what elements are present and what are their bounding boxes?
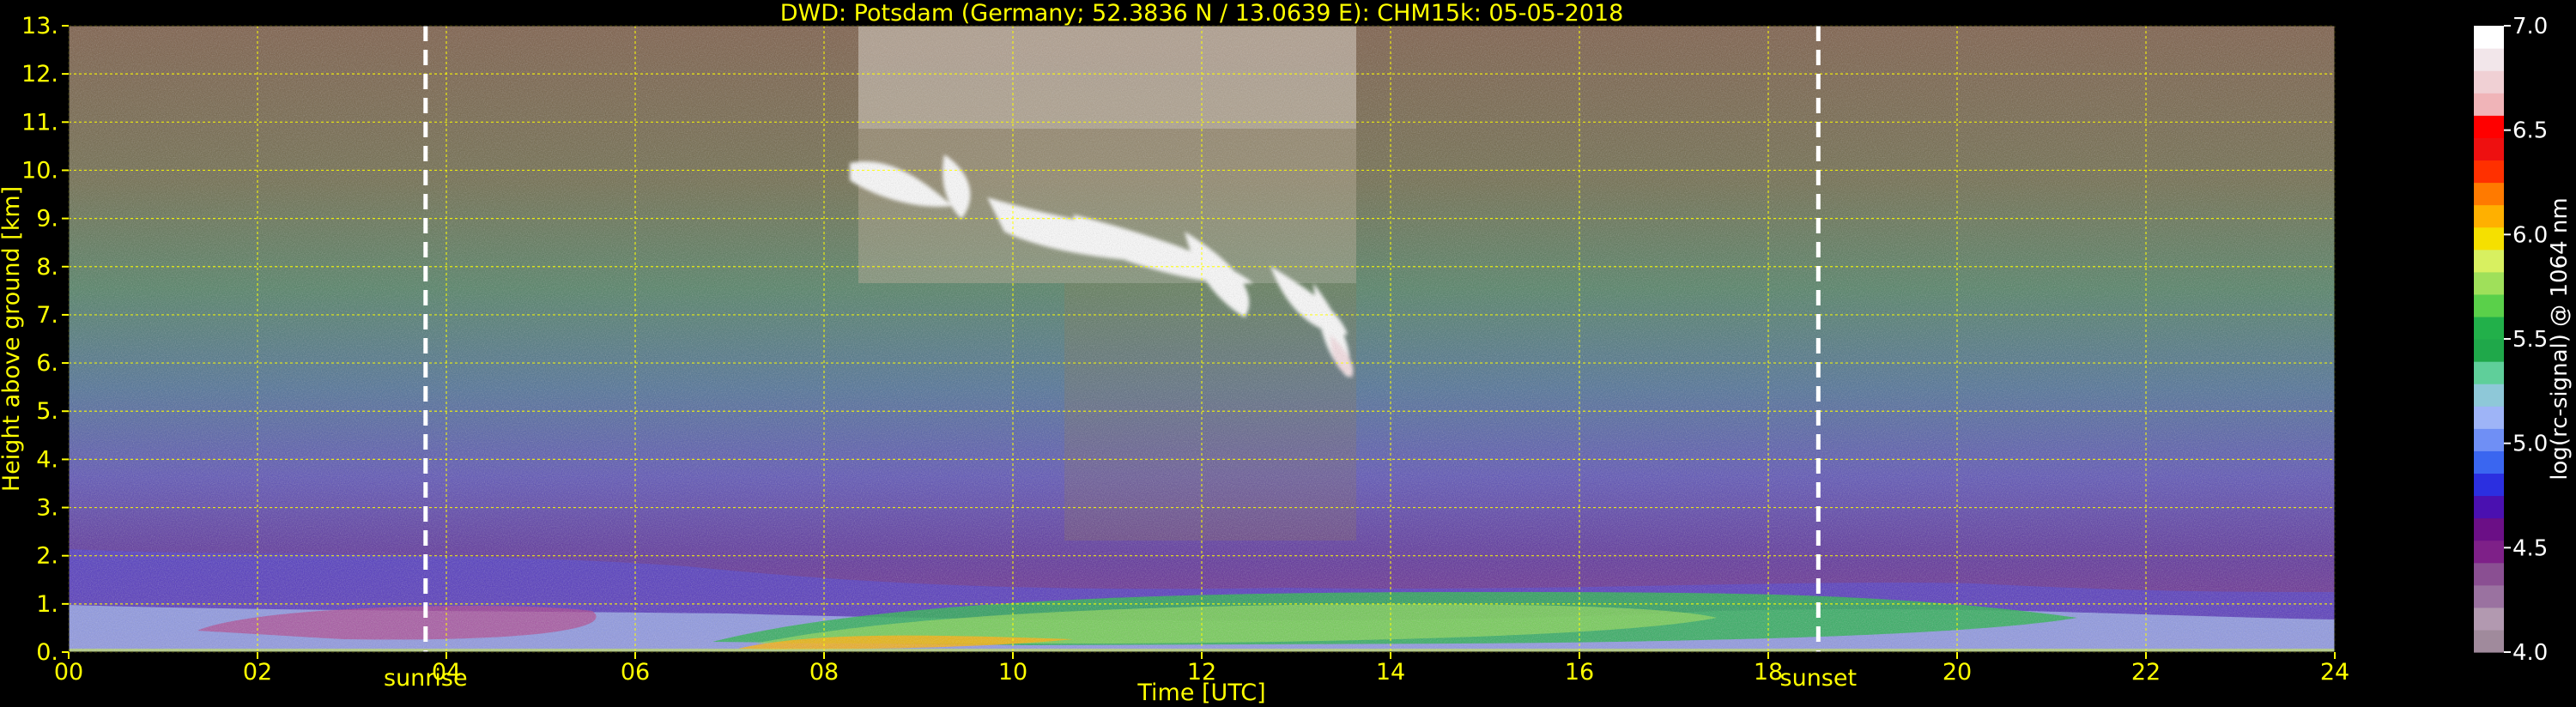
- x-tick-label: 02: [243, 659, 272, 686]
- colorbar-segment: [2474, 115, 2504, 138]
- y-tick-label: 12.: [21, 61, 58, 88]
- y-tick-label: 8.: [36, 254, 58, 281]
- x-tick-label: 18: [1754, 659, 1783, 686]
- y-axis: 0. 1. 2. 3. 4. 5. 6. 7. 8. 9. 10. 11. 12. 13.: [21, 13, 69, 666]
- colorbar-segment: [2474, 339, 2504, 362]
- colorbar-tick-label: 6.0: [2512, 222, 2548, 248]
- colorbar-segment: [2474, 517, 2504, 541]
- colorbar-tick-label: 5.5: [2512, 327, 2548, 353]
- y-tick-label: 9.: [36, 206, 58, 233]
- colorbar-segment: [2474, 271, 2504, 295]
- colorbar-segment: [2474, 293, 2504, 317]
- colorbar-tick-label: 5.0: [2512, 432, 2548, 457]
- y-tick-label: 7.: [36, 302, 58, 329]
- x-tick-label: 06: [621, 659, 650, 686]
- colorbar-segment: [2474, 384, 2504, 407]
- colorbar-segment: [2474, 316, 2504, 340]
- colorbar-segment: [2474, 137, 2504, 161]
- colorbar-segment: [2474, 406, 2504, 429]
- colorbar-tick-label: 4.0: [2512, 640, 2548, 666]
- colorbar-tick-label: 7.0: [2512, 14, 2548, 39]
- ceilometer-chart: sunrise sunset 00 02 04 06 08 10 12 14 16 18 20 22 24…: [0, 0, 2573, 706]
- colorbar-segment: [2474, 249, 2504, 273]
- colorbar-segment: [2474, 450, 2504, 474]
- colorbar-segment: [2474, 540, 2504, 564]
- y-tick-label: 3.: [36, 495, 58, 522]
- y-tick-label: 10.: [21, 157, 58, 184]
- y-tick-label: 11.: [21, 109, 58, 136]
- y-tick-label: 4.: [36, 446, 58, 473]
- sunset-label: sunset: [1780, 665, 1858, 692]
- y-tick-label: 1.: [36, 591, 58, 618]
- x-tick-label: 04: [432, 659, 461, 686]
- chart-title: DWD: Potsdam (Germany; 52.3836 N / 13.06…: [780, 0, 1624, 27]
- colorbar-segment: [2474, 26, 2504, 49]
- colorbar-tick-label: 4.5: [2512, 535, 2548, 561]
- x-tick-label: 14: [1376, 659, 1405, 686]
- colorbar-segment: [2474, 182, 2504, 206]
- colorbar: [2474, 26, 2504, 653]
- x-tick-label: 22: [2131, 659, 2161, 686]
- x-tick-label: 20: [1943, 659, 1972, 686]
- colorbar-segment: [2474, 629, 2504, 653]
- colorbar-label: log(rc-signal) @ 1064 nm: [2547, 197, 2573, 480]
- colorbar-tick-label: 6.5: [2512, 118, 2548, 144]
- colorbar-segment: [2474, 227, 2504, 251]
- colorbar-segment: [2474, 361, 2504, 384]
- y-tick-label: 6.: [36, 350, 58, 377]
- colorbar-segment: [2474, 93, 2504, 116]
- x-tick-label: 08: [809, 659, 839, 686]
- y-tick-label: 5.: [36, 398, 58, 425]
- x-tick-label: 24: [2320, 659, 2349, 686]
- colorbar-segment: [2474, 70, 2504, 94]
- colorbar-segment: [2474, 160, 2504, 184]
- colorbar-segment: [2474, 48, 2504, 71]
- x-axis-label: Time [UTC]: [1136, 680, 1265, 706]
- y-tick-label: 0.: [36, 639, 58, 666]
- colorbar-ticks: 4.0 4.5 5.0 5.5 6.0 6.5 7.0: [2504, 14, 2548, 666]
- colorbar-segment: [2474, 428, 2504, 451]
- y-axis-label: Height above ground [km]: [0, 186, 25, 492]
- colorbar-segment: [2474, 495, 2504, 519]
- colorbar-segment: [2474, 204, 2504, 228]
- colorbar-segment: [2474, 607, 2504, 631]
- colorbar-segment: [2474, 562, 2504, 586]
- y-tick-label: 13.: [21, 13, 58, 39]
- y-tick-label: 2.: [36, 543, 58, 570]
- x-tick-label: 10: [998, 659, 1027, 686]
- x-tick-label: 16: [1565, 659, 1594, 686]
- colorbar-segment: [2474, 473, 2504, 497]
- colorbar-segment: [2474, 584, 2504, 608]
